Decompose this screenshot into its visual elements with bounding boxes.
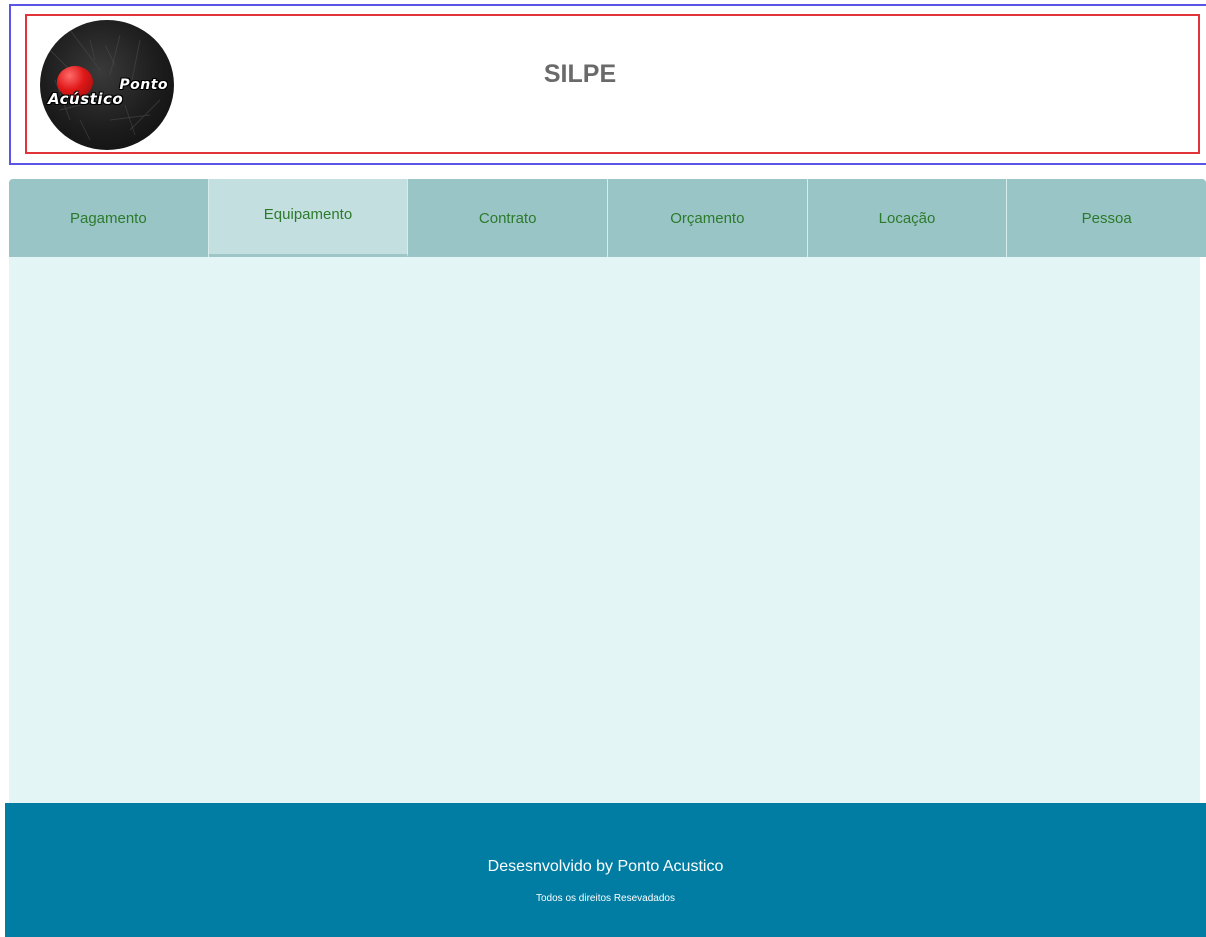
- main-content-area: [9, 257, 1200, 803]
- tab-pessoa[interactable]: Pessoa: [1007, 179, 1206, 257]
- tab-orcamento[interactable]: Orçamento: [608, 179, 808, 257]
- tab-contrato[interactable]: Contrato: [408, 179, 609, 257]
- footer-credit: Desesnvolvido by Ponto Acustico: [487, 858, 724, 875]
- tab-pagamento[interactable]: Pagamento: [9, 179, 209, 257]
- tab-equipamento[interactable]: Equipamento: [208, 179, 409, 257]
- footer-rights: Todos os direitos Resevadados: [536, 893, 675, 904]
- logo-text-line2: Acústico: [48, 90, 124, 108]
- main-tab-bar: Pagamento Equipamento Contrato Orçamento…: [9, 179, 1206, 257]
- ponto-acustico-logo[interactable]: Ponto Acústico: [40, 20, 174, 150]
- logo-wordmark: Ponto Acústico: [46, 78, 172, 108]
- footer: Desesnvolvido by Ponto Acustico Todos os…: [5, 803, 1206, 937]
- tab-locacao[interactable]: Locação: [808, 179, 1008, 257]
- site-title: SILPE: [543, 60, 617, 88]
